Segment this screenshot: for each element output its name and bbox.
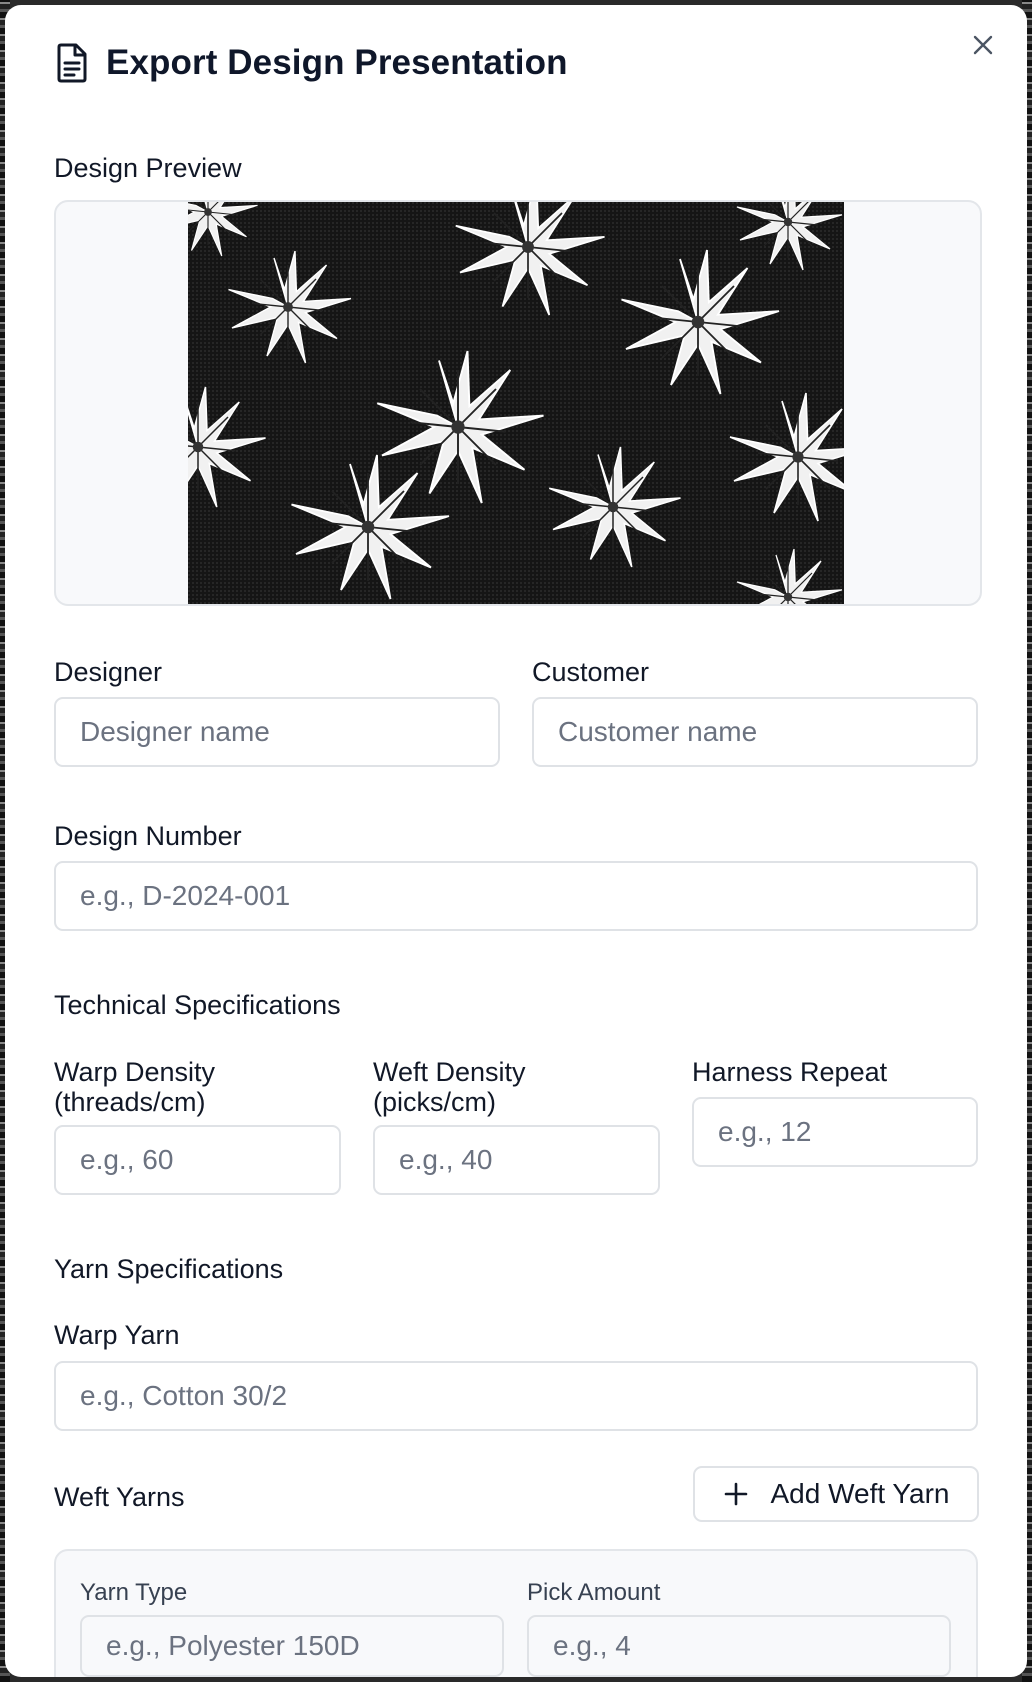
pick-amount-input[interactable] (527, 1615, 951, 1677)
design-number-label: Design Number (54, 821, 242, 851)
design-preview-label: Design Preview (54, 153, 242, 183)
warp-density-label: Warp Density (threads/cm) (54, 1057, 216, 1117)
warp-density-input[interactable] (54, 1125, 341, 1195)
yarn-specs-heading: Yarn Specifications (54, 1254, 284, 1284)
harness-repeat-input[interactable] (692, 1097, 978, 1167)
add-weft-yarn-label: Add Weft Yarn (770, 1478, 950, 1509)
weft-density-label: Weft Density (picks/cm) (373, 1057, 526, 1117)
pick-amount-label: Pick Amount (527, 1579, 661, 1606)
designer-input[interactable] (54, 697, 500, 767)
dialog-title: Export Design Presentation (106, 43, 568, 82)
weft-yarns-label: Weft Yarns (54, 1482, 185, 1512)
weft-density-input[interactable] (373, 1125, 660, 1195)
warp-yarn-label: Warp Yarn (54, 1320, 180, 1350)
designer-label: Designer (54, 657, 163, 687)
design-preview-image (133, 202, 871, 604)
plus-icon (723, 1481, 749, 1507)
technical-specs-heading: Technical Specifications (54, 990, 341, 1020)
close-icon (973, 35, 993, 55)
close-button[interactable] (968, 30, 998, 60)
design-preview (54, 200, 982, 606)
yarn-type-label: Yarn Type (80, 1579, 188, 1606)
customer-input[interactable] (532, 697, 978, 767)
harness-repeat-label: Harness Repeat (692, 1057, 888, 1087)
export-dialog: Export Design Presentation Design Previe… (5, 5, 1027, 1677)
yarn-type-input[interactable] (80, 1615, 504, 1677)
add-weft-yarn-button[interactable]: Add Weft Yarn (693, 1466, 979, 1522)
weft-yarn-card: Yarn Type Pick Amount (54, 1549, 978, 1677)
document-icon (54, 43, 90, 83)
design-number-input[interactable] (54, 861, 978, 931)
customer-label: Customer (532, 657, 650, 687)
dialog-header: Export Design Presentation (54, 43, 568, 83)
warp-yarn-input[interactable] (54, 1361, 978, 1431)
